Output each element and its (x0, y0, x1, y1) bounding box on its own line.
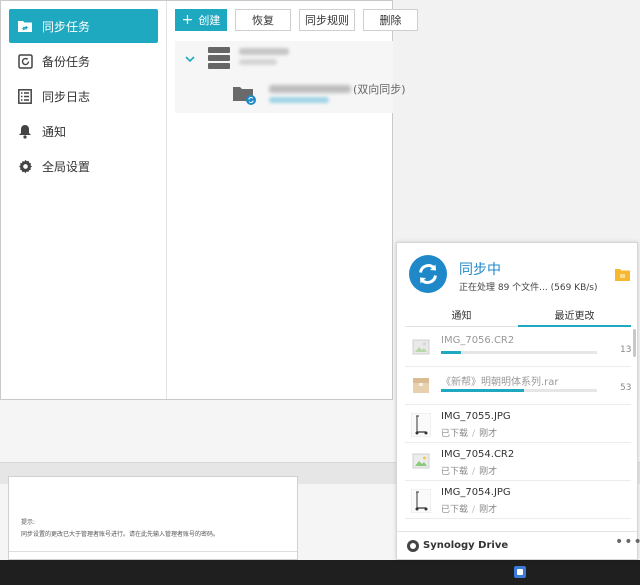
sidebar-item-sync-log[interactable]: 同步日志 (9, 79, 158, 113)
background-document: 提示: 同步设置的更改已大于管理者账号进行。请在此先输入管理者账号的密码。 (8, 476, 298, 560)
file-status: 已下载 / 刚才 (441, 502, 497, 515)
sync-task-icon (17, 18, 33, 34)
sidebar-item-label: 同步日志 (42, 89, 91, 104)
list-item[interactable]: IMG_7056.CR2 13 (405, 329, 631, 367)
gear-icon (17, 158, 33, 174)
download-status: 已下载 (441, 429, 469, 439)
synology-drive-logo-icon (407, 540, 419, 552)
file-name: IMG_7054.CR2 (441, 449, 515, 460)
content-area: + 创建 恢复 同步规则 删除 (双向同步) (167, 1, 418, 399)
status-time: 刚才 (479, 505, 498, 515)
server-address-redacted (239, 59, 277, 65)
list-scrollbar[interactable] (633, 329, 636, 357)
more-options-button[interactable]: ••• (615, 534, 640, 550)
file-status: 已下载 / 刚才 (441, 464, 497, 477)
sync-status-title: 同步中 (459, 262, 501, 278)
scooter-photo-icon (410, 488, 432, 514)
image-icon (411, 451, 431, 471)
scooter-photo-icon (410, 412, 432, 438)
chevron-down-icon[interactable] (185, 52, 195, 66)
bell-icon (17, 123, 33, 139)
download-status: 已下载 (441, 505, 469, 515)
task-name-redacted (269, 85, 351, 93)
progress-fill (441, 389, 524, 392)
file-name: 《新帮》明朝明体系列.rar (441, 377, 559, 388)
list-item[interactable]: IMG_7054.CR2 已下载 / 刚才 (405, 443, 631, 481)
sync-status-icon (409, 255, 447, 293)
file-status: 已下载 / 刚才 (441, 426, 497, 439)
sidebar-item-notification[interactable]: 通知 (9, 114, 158, 148)
doc-divider (9, 551, 297, 552)
sync-status-detail: 正在处理 89 个文件... (569 KB/s) (459, 283, 598, 293)
status-time: 刚才 (479, 467, 498, 477)
download-status: 已下载 (441, 467, 469, 477)
main-window: 同步任务 备份任务 同步日志 通知 全局设置 + 创建 恢复 同步规则 删除 (… (0, 0, 418, 400)
sidebar-item-label: 通知 (42, 124, 67, 139)
sync-folder-icon (233, 85, 257, 105)
tab-notifications[interactable]: 通知 (405, 303, 518, 326)
folder-icon[interactable] (615, 268, 630, 281)
sidebar-item-backup-task[interactable]: 备份任务 (9, 44, 158, 78)
list-item[interactable]: IMG_7055.JPG 已下载 / 刚才 (405, 405, 631, 443)
sidebar: 同步任务 备份任务 同步日志 通知 全局设置 (1, 1, 167, 399)
create-button[interactable]: + 创建 (175, 9, 227, 31)
tray-app-icon[interactable] (514, 566, 526, 578)
create-button-label: 创建 (198, 14, 221, 27)
list-item[interactable]: IMG_7054.JPG 已下载 / 刚才 (405, 481, 631, 519)
status-separator: / (472, 467, 476, 477)
file-name: IMG_7056.CR2 (441, 335, 515, 346)
progress-percent: 53 (620, 383, 631, 393)
archive-icon (411, 375, 431, 395)
doc-hint-title: 提示: (21, 519, 36, 526)
file-name: IMG_7055.JPG (441, 411, 511, 422)
taskbar (0, 560, 640, 585)
progress-percent: 13 (620, 345, 631, 355)
task-tree: (双向同步) (175, 41, 406, 113)
popup-footer: Synology Drive ••• (397, 531, 640, 559)
toolbar: + 创建 恢复 同步规则 删除 (175, 9, 426, 31)
file-name: IMG_7054.JPG (441, 487, 511, 498)
restore-button[interactable]: 恢复 (235, 9, 291, 31)
sync-status-popup: 同步中 正在处理 89 个文件... (569 KB/s) 通知 最近更改 IM… (396, 242, 640, 560)
sidebar-item-label: 备份任务 (42, 54, 91, 69)
sidebar-item-label: 同步任务 (42, 19, 91, 34)
task-path-redacted (269, 97, 329, 103)
delete-button[interactable]: 删除 (363, 9, 418, 31)
sidebar-item-sync-task[interactable]: 同步任务 (9, 9, 158, 43)
sidebar-item-global-settings[interactable]: 全局设置 (9, 149, 158, 183)
sync-rules-button[interactable]: 同步规则 (299, 9, 355, 31)
tab-recent-changes[interactable]: 最近更改 (518, 303, 631, 327)
server-name-redacted (239, 48, 289, 55)
task-sync-mode: (双向同步) (353, 83, 406, 96)
progress-bar (441, 351, 597, 354)
progress-bar (441, 389, 597, 392)
image-icon (411, 337, 431, 357)
progress-fill (441, 351, 462, 354)
status-separator: / (472, 429, 476, 439)
status-separator: / (472, 505, 476, 515)
log-list-icon (17, 88, 33, 104)
backup-icon (17, 53, 33, 69)
status-time: 刚才 (479, 429, 498, 439)
recent-changes-list: IMG_7056.CR2 13 《新帮》明朝明体系列.rar 53 IMG_70… (405, 329, 631, 529)
popup-tabs: 通知 最近更改 (405, 303, 631, 327)
brand-name: Synology Drive (423, 540, 509, 551)
doc-hint-text: 同步设置的更改已大于管理者账号进行。请在此先输入管理者账号的密码。 (21, 531, 220, 538)
server-icon (208, 47, 230, 69)
plus-icon: + (181, 12, 194, 28)
sidebar-item-label: 全局设置 (42, 159, 91, 174)
list-item[interactable]: 《新帮》明朝明体系列.rar 53 (405, 367, 631, 405)
